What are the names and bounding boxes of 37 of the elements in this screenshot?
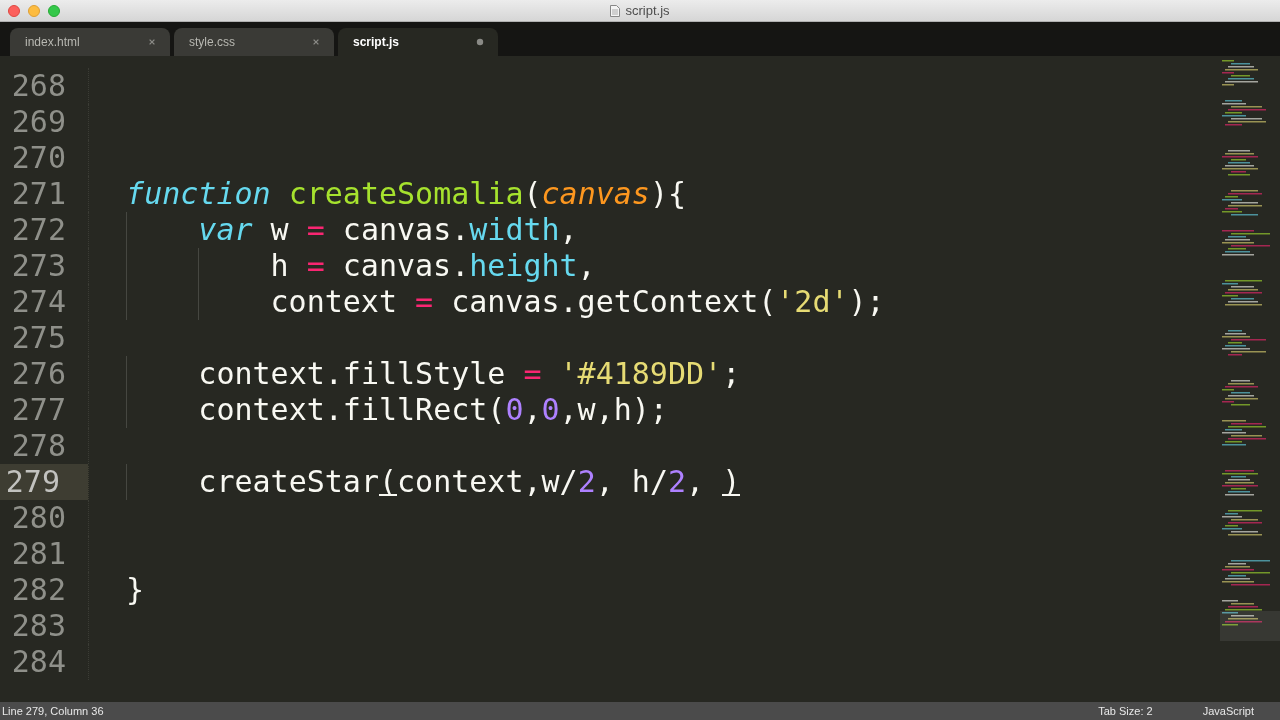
close-button[interactable] xyxy=(8,4,20,17)
code-line: context.fillRect(0,0,w,h); xyxy=(89,392,668,428)
tab-size-label[interactable]: Tab Size: 2 xyxy=(1098,705,1153,717)
code-line: var w = canvas.width, xyxy=(89,212,578,248)
code-line: function createSomalia(canvas){ xyxy=(125,176,687,212)
code-line: context = canvas.getContext('2d'); xyxy=(89,284,885,320)
line-number: 275 xyxy=(0,320,89,356)
close-icon[interactable] xyxy=(148,38,156,46)
tab[interactable]: script.js xyxy=(338,28,498,56)
tab[interactable]: style.css xyxy=(174,28,334,56)
syntax-label[interactable]: JavaScript xyxy=(1202,705,1254,717)
tab[interactable]: index.html xyxy=(10,28,170,56)
line-number: 279 xyxy=(0,464,89,500)
line-number: 283 xyxy=(0,608,89,644)
line-number: 273 xyxy=(0,248,89,284)
line-number: 280 xyxy=(0,500,89,536)
window-title: script.js xyxy=(625,3,670,18)
code-line: h = canvas.height, xyxy=(89,248,596,284)
code-line: } xyxy=(125,572,145,608)
line-number: 281 xyxy=(0,536,89,572)
line-number: 272 xyxy=(0,212,89,248)
line-number: 268 xyxy=(0,68,89,104)
cursor-position: Line 279, Column 36 xyxy=(2,705,104,717)
line-number: 284 xyxy=(0,644,89,680)
minimize-button[interactable] xyxy=(28,4,40,17)
line-number: 282 xyxy=(0,572,89,608)
line-number: 276 xyxy=(0,356,89,392)
unsaved-dot-icon[interactable] xyxy=(476,38,484,46)
line-number: 271 xyxy=(0,176,89,212)
line-number: 270 xyxy=(0,140,89,176)
zoom-button[interactable] xyxy=(48,4,60,17)
line-number: 269 xyxy=(0,104,89,140)
close-icon[interactable] xyxy=(312,38,320,46)
line-number: 274 xyxy=(0,284,89,320)
line-number: 277 xyxy=(0,392,89,428)
code-line: context.fillStyle = '#4189DD'; xyxy=(89,356,741,392)
document-icon xyxy=(610,4,621,17)
